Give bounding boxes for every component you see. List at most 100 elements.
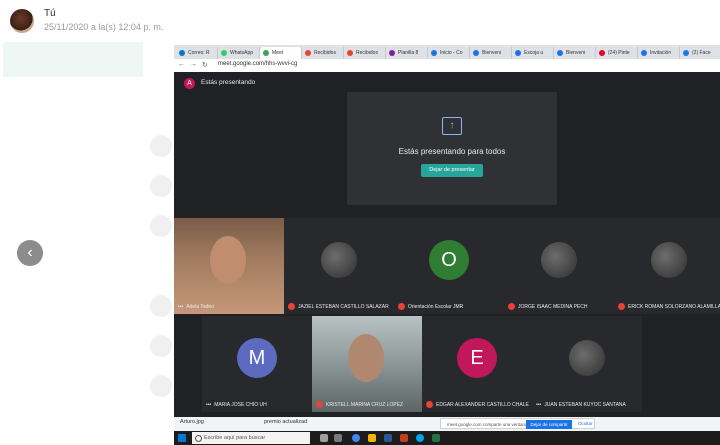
tab-label: Correo: R	[188, 50, 210, 56]
tab-label: Inicio - Co	[440, 50, 463, 56]
browser-tab[interactable]: WhatsApp	[218, 47, 260, 59]
browser-tab[interactable]: (24) Pinte	[596, 47, 638, 59]
sender-name: Tú	[44, 8, 56, 19]
widgets-icon[interactable]	[334, 434, 342, 442]
edge-icon[interactable]	[416, 434, 424, 442]
participant-name: Orientación Escolar JMR	[398, 303, 463, 310]
participant-tile[interactable]: O Orientación Escolar JMR	[394, 218, 504, 314]
blurred-avatar	[150, 335, 172, 357]
stop-presenting-button[interactable]: Dejar de presentar	[421, 164, 483, 177]
participant-name: ••• JUAN ESTEBAN KUYOC SANTANA	[536, 402, 626, 408]
participant-name-text: MARIA JOSE CHIO UH	[214, 402, 267, 408]
browser-tab[interactable]: Correo: R	[176, 47, 218, 59]
download-bar: Arturo.jpg premio actualizad meet.google…	[174, 417, 720, 431]
blurred-avatar	[150, 375, 172, 397]
mic-muted-icon	[398, 303, 405, 310]
windows-start-icon[interactable]	[178, 434, 186, 442]
participant-photo-avatar	[321, 242, 357, 278]
search-placeholder: Escribe aquí para buscar	[204, 435, 266, 441]
more-options-icon: •••	[206, 402, 212, 408]
tab-favicon-icon	[347, 50, 353, 56]
participant-initial-avatar: O	[429, 240, 469, 280]
hide-notice-button[interactable]: Ocultar	[578, 421, 593, 426]
back-icon[interactable]: ←	[178, 61, 185, 68]
tab-favicon-icon	[179, 50, 185, 56]
participant-initial-avatar: E	[457, 338, 497, 378]
participant-tile[interactable]: JAZIEL ESTEBAN CASTILLO SALAZAR	[284, 218, 394, 314]
windows-taskbar: Escribe aquí para buscar	[174, 431, 720, 445]
mic-muted-icon	[508, 303, 515, 310]
reload-icon[interactable]: ↻	[202, 61, 208, 69]
participant-tile[interactable]: JORGE ISAAC MEDINA PECH	[504, 218, 614, 314]
participant-tile[interactable]: ••• Adela Tadeo	[174, 218, 284, 314]
excel-icon[interactable]	[432, 434, 440, 442]
previous-image-button[interactable]: ‹	[17, 240, 43, 266]
tab-favicon-icon	[305, 50, 311, 56]
participant-name: ERICK ROMAN SOLORZANO ALAMILLA	[618, 303, 720, 310]
tab-label: Recibidos	[314, 50, 336, 56]
blurred-avatar	[150, 175, 172, 197]
participant-name: JAZIEL ESTEBAN CASTILLO SALAZAR	[288, 303, 389, 310]
tab-label: Bienveni	[482, 50, 502, 56]
present-screen-icon: ↑	[442, 117, 462, 135]
tab-label: (24) Pinte	[608, 50, 630, 56]
browser-tab[interactable]: Inicio - Co	[428, 47, 470, 59]
participant-photo-avatar	[651, 242, 687, 278]
tab-favicon-icon	[557, 50, 563, 56]
tab-favicon-icon	[431, 50, 437, 56]
browser-tab[interactable]: Bienveni	[470, 47, 512, 59]
participant-tile[interactable]: E EDGAR ALEXANDER CASTILLO CHALE	[422, 316, 532, 412]
browser-tab[interactable]: Planilla 8	[386, 47, 428, 59]
tab-favicon-icon	[263, 50, 269, 56]
file-explorer-icon[interactable]	[368, 434, 376, 442]
forward-icon[interactable]: →	[190, 61, 197, 68]
participant-name-text: Orientación Escolar JMR	[408, 303, 464, 310]
participant-name: ••• MARIA JOSE CHIO UH	[206, 402, 267, 408]
participant-photo-avatar	[541, 242, 577, 278]
more-options-icon: •••	[178, 304, 184, 310]
tab-label: (2) Face	[692, 50, 711, 56]
message-timestamp: 25/11/2020 a la(s) 12:04 p. m.	[44, 22, 164, 32]
search-icon	[195, 435, 202, 442]
browser-tab[interactable]: (2) Face	[680, 47, 720, 59]
blurred-avatar	[150, 135, 172, 157]
tab-label: Planilla 8	[398, 50, 419, 56]
download-file-2[interactable]: premio actualizad	[264, 419, 307, 425]
tab-label: Escoja u	[524, 50, 544, 56]
browser-tab[interactable]: Invitación	[638, 47, 680, 59]
participant-tile[interactable]: M ••• MARIA JOSE CHIO UH	[202, 316, 312, 412]
highlight-strip	[3, 42, 143, 77]
browser-tab[interactable]: Recibidos	[344, 47, 386, 59]
participant-name-text: JUAN ESTEBAN KUYOC SANTANA	[544, 402, 626, 408]
download-file-1[interactable]: Arturo.jpg	[180, 419, 204, 425]
stop-sharing-button[interactable]: Dejar de compartir	[526, 420, 572, 429]
task-view-icon[interactable]	[320, 434, 328, 442]
browser-tab[interactable]: Meet	[260, 47, 302, 59]
address-bar: ← → ↻ meet.google.com/hhs-wvvi-cg	[174, 59, 720, 73]
tab-favicon-icon	[683, 50, 689, 56]
powerpoint-icon[interactable]	[400, 434, 408, 442]
browser-tab[interactable]: Escoja u	[512, 47, 554, 59]
tab-favicon-icon	[515, 50, 521, 56]
participant-name-text: JAZIEL ESTEBAN CASTILLO SALAZAR	[298, 303, 389, 310]
browser-tab[interactable]: Recibidos	[302, 47, 344, 59]
participant-tile[interactable]: KRISTELL MARINA CRUZ LOPEZ	[312, 316, 422, 412]
participant-photo-avatar	[569, 340, 605, 376]
taskbar-search[interactable]: Escribe aquí para buscar	[192, 432, 310, 444]
chrome-icon[interactable]	[352, 434, 360, 442]
participant-name-text: Adela Tadeo	[186, 304, 214, 310]
participant-tile[interactable]: ••• JUAN ESTEBAN KUYOC SANTANA	[532, 316, 642, 412]
participant-name: KRISTELL MARINA CRUZ LOPEZ	[316, 401, 403, 408]
participant-name: ••• Adela Tadeo	[178, 304, 214, 310]
presenting-message: Estás presentando para todos	[398, 147, 506, 156]
sender-avatar	[10, 9, 34, 33]
browser-tab[interactable]: Bienveni	[554, 47, 596, 59]
presenter-avatar: A	[184, 78, 195, 89]
presenting-card: ↑ Estás presentando para todos Dejar de …	[347, 92, 557, 205]
participant-name: JORGE ISAAC MEDINA PECH	[508, 303, 587, 310]
participant-tile[interactable]: ERICK ROMAN SOLORZANO ALAMILLA	[614, 218, 720, 314]
browser-window: Correo: R WhatsApp Meet Recibidos Recibidos P…	[174, 45, 720, 445]
url-text[interactable]: meet.google.com/hhs-wvvi-cg	[218, 61, 297, 67]
tab-label: Bienveni	[566, 50, 586, 56]
word-icon[interactable]	[384, 434, 392, 442]
